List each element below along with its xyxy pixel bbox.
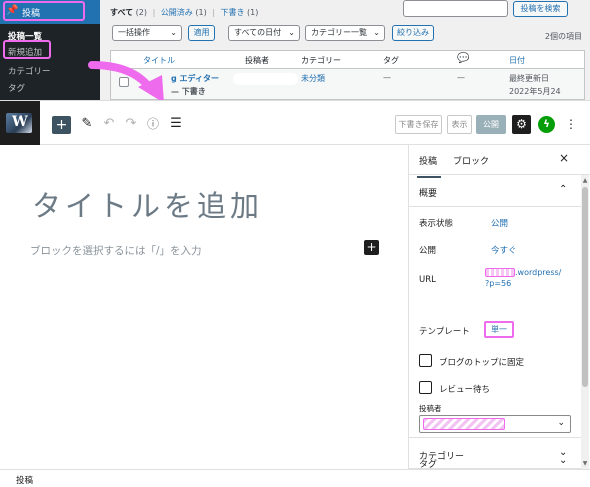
date-filter-value: すべての日付 xyxy=(234,28,282,37)
redo-icon[interactable]: ↷ xyxy=(122,115,140,133)
publish-label: 公開 xyxy=(419,246,437,256)
pending-review-label: レビュー待ち xyxy=(439,385,491,395)
comment-bubble-icon: 💬 xyxy=(457,53,470,64)
sidebar-tabs: 投稿 ブロック × xyxy=(409,145,590,178)
list-view-icon[interactable]: ☰ xyxy=(167,115,185,133)
category-filter-select[interactable]: カテゴリー一覧 ⌄ xyxy=(305,25,385,41)
pencil-icon[interactable]: ✎ xyxy=(78,115,96,133)
filter-all[interactable]: すべて xyxy=(110,8,133,17)
editor-footer: 投稿 xyxy=(0,469,590,487)
post-search-input[interactable] xyxy=(403,0,508,17)
filter-draft-count: (1) xyxy=(247,8,259,17)
block-placeholder[interactable]: ブロックを選択するには「/」を入力 xyxy=(30,243,202,258)
chevron-down-icon: ⌄ xyxy=(373,28,380,37)
row-date-label: 最終更新日 xyxy=(509,74,549,83)
chevron-up-icon: ⌃ xyxy=(559,184,568,195)
sidebar-scrollbar[interactable]: ▲ ▼ xyxy=(581,175,589,469)
filter-button[interactable]: 絞り込み xyxy=(392,25,434,41)
summary-panel-header[interactable]: 概要 ⌃ xyxy=(409,175,581,207)
sticky-label: ブログのトップに固定 xyxy=(439,358,525,368)
close-icon[interactable]: × xyxy=(559,151,569,165)
visibility-value[interactable]: 公開 xyxy=(491,217,508,229)
post-title-input[interactable]: タイトルを追加 xyxy=(32,183,263,225)
row-comments: — xyxy=(457,73,465,82)
block-inserter-button[interactable]: + xyxy=(52,116,71,134)
chevron-down-icon: ⌄ xyxy=(170,28,177,37)
filter-draft[interactable]: 下書き xyxy=(221,8,245,17)
visibility-label: 表示状態 xyxy=(419,219,454,229)
jetpack-icon[interactable]: ϟ xyxy=(538,116,555,133)
column-author: 投稿者 xyxy=(245,56,269,65)
settings-gear-icon[interactable]: ⚙ xyxy=(512,115,531,134)
table-row: g エディター — 下書き 未分類 — — 最終更新日 2022年5月24 xyxy=(110,68,585,100)
add-block-icon[interactable]: + xyxy=(364,240,379,255)
posts-table-header: タイトル 投稿者 カテゴリー タグ 💬 日付 xyxy=(110,50,585,68)
author-redacted xyxy=(233,73,298,85)
template-label: テンプレート xyxy=(419,327,470,337)
editor-canvas: タイトルを追加 ブロックを選択するには「/」を入力 + xyxy=(0,145,408,469)
filter-published-count: (1) xyxy=(195,8,207,17)
filter-all-count: (2) xyxy=(135,8,148,17)
tags-panel-header[interactable]: タグ ⌄ xyxy=(408,455,580,469)
block-editor: W + ✎ ↶ ↷ ⓘ ☰ 下書き保存 表示 公開 ⚙ ϟ ⋮ タイトルを追加 … xyxy=(0,100,590,487)
screenshot-root: 📌 投稿 投稿一覧 新規追加 カテゴリー タグ すべて (2) | 公開済み (… xyxy=(0,0,590,487)
save-draft-button[interactable]: 下書き保存 xyxy=(395,115,442,134)
info-icon[interactable]: ⓘ xyxy=(144,115,162,133)
items-count: 2個の項目 xyxy=(544,32,582,41)
preview-button[interactable]: 表示 xyxy=(447,115,472,134)
template-value[interactable]: 単一 xyxy=(484,321,514,338)
tab-block[interactable]: ブロック xyxy=(453,154,489,167)
search-posts-button[interactable]: 投稿を検索 xyxy=(513,1,568,17)
url-redacted xyxy=(485,268,515,277)
filter-published[interactable]: 公開済み xyxy=(161,8,193,17)
author-redacted xyxy=(423,418,505,430)
status-filters: すべて (2) | 公開済み (1) | 下書き (1) xyxy=(110,8,259,17)
publish-date-value[interactable]: 今すぐ xyxy=(491,244,517,256)
column-category: カテゴリー xyxy=(301,56,341,65)
bulk-action-select[interactable]: 一括操作 ⌄ xyxy=(112,25,182,41)
column-date[interactable]: 日付 xyxy=(509,55,525,66)
scrollbar-thumb[interactable] xyxy=(582,187,588,387)
publish-button[interactable]: 公開 xyxy=(476,115,506,134)
url-value[interactable]: .wordpress/ ?p=56 xyxy=(485,267,561,289)
submenu-categories[interactable]: カテゴリー xyxy=(8,65,51,77)
row-date: 2022年5月24 xyxy=(509,87,561,96)
scroll-down-icon[interactable]: ▼ xyxy=(581,460,589,467)
chevron-down-icon: ⌄ xyxy=(557,418,565,428)
scroll-up-icon[interactable]: ▲ xyxy=(581,177,589,184)
undo-icon[interactable]: ↶ xyxy=(100,115,118,133)
url-query: ?p=56 xyxy=(485,279,512,288)
category-filter-value: カテゴリー一覧 xyxy=(311,28,367,37)
bulk-action-value: 一括操作 xyxy=(118,28,150,37)
date-filter-select[interactable]: すべての日付 ⌄ xyxy=(228,25,300,41)
settings-sidebar: 投稿 ブロック × 概要 ⌃ 表示状態 公開 公開 今すぐ URL .wordp… xyxy=(408,145,590,469)
summary-panel-title: 概要 xyxy=(419,189,438,199)
site-logo-letter: W xyxy=(12,114,28,130)
chevron-down-icon: ⌄ xyxy=(288,28,295,37)
chevron-down-icon: ⌄ xyxy=(559,455,568,466)
author-label: 投稿者 xyxy=(419,404,442,413)
apply-button[interactable]: 適用 xyxy=(188,25,215,41)
tab-post[interactable]: 投稿 xyxy=(416,154,442,178)
submenu-tags[interactable]: タグ xyxy=(8,82,25,94)
highlight-posts-menu xyxy=(3,1,85,21)
highlight-add-new xyxy=(3,40,51,59)
row-category[interactable]: 未分類 xyxy=(301,73,325,84)
more-options-icon[interactable]: ⋮ xyxy=(565,115,577,134)
tags-panel-title: タグ xyxy=(419,460,438,469)
site-logo-button[interactable]: W xyxy=(0,101,40,145)
breadcrumb[interactable]: 投稿 xyxy=(16,474,33,486)
url-suffix: .wordpress/ xyxy=(515,268,562,277)
row-tags: — xyxy=(383,73,391,82)
pending-review-checkbox[interactable] xyxy=(419,381,432,394)
author-select[interactable]: ⌄ xyxy=(419,415,571,433)
sticky-checkbox[interactable] xyxy=(419,354,432,367)
url-label: URL xyxy=(419,275,436,285)
column-tags: タグ xyxy=(383,56,399,65)
editor-toolbar: W + ✎ ↶ ↷ ⓘ ☰ 下書き保存 表示 公開 ⚙ ϟ ⋮ xyxy=(0,101,590,145)
